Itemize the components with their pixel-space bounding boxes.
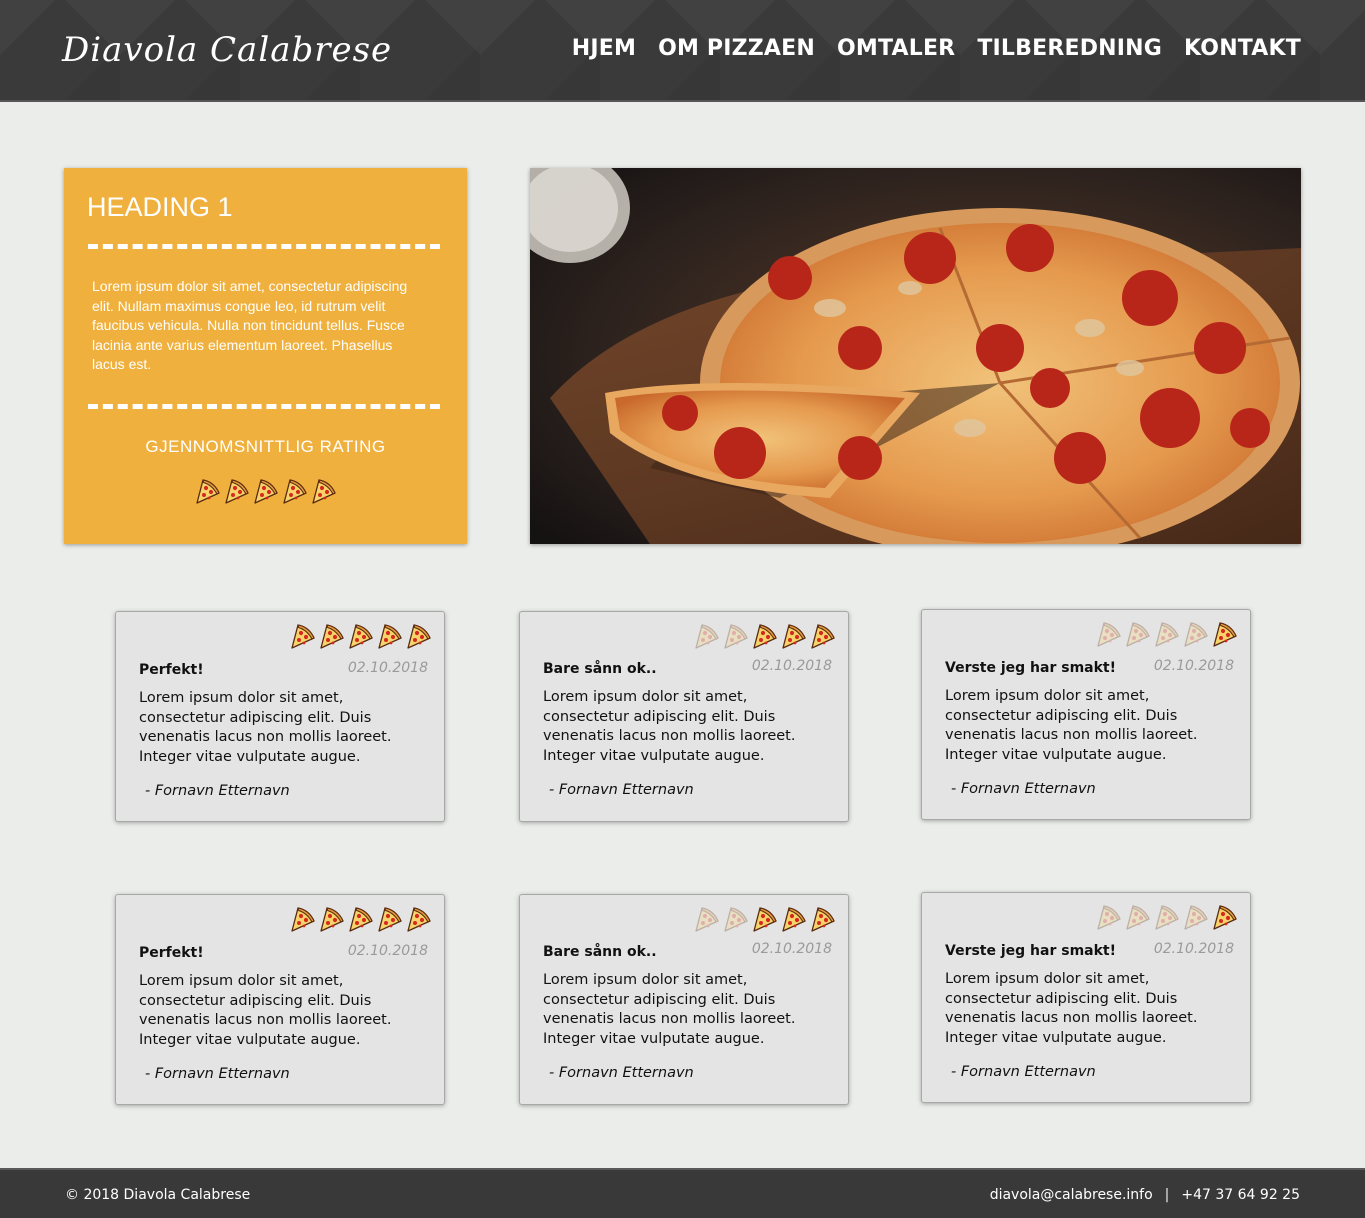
- main-nav: HJEM OM PIZZAEN OMTALER TILBEREDNING KON…: [572, 36, 1301, 61]
- review-card: Verste jeg har smakt! 02.10.2018 Lorem i…: [921, 609, 1251, 820]
- review-author: - Fornavn Etternavn: [145, 783, 290, 799]
- review-title: Verste jeg har smakt!: [945, 943, 1117, 959]
- pizza-slice-icon: [811, 907, 835, 932]
- pizza-slice-icon: [407, 624, 431, 649]
- pizza-slice-icon: [196, 479, 220, 504]
- pizza-slice-icon: [1155, 622, 1179, 647]
- pizza-slice-icon: [349, 907, 373, 932]
- pizza-slice-icon: [1155, 905, 1179, 930]
- review-body: Lorem ipsum dolor sit amet, consectetur …: [945, 688, 1198, 763]
- pizza-slice-icon: [1126, 905, 1150, 930]
- review-card: Bare sånn ok.. 02.10.2018 Lorem ipsum do…: [519, 611, 849, 822]
- review-body: Lorem ipsum dolor sit amet, consectetur …: [543, 689, 796, 764]
- review-rating: [290, 906, 432, 934]
- info-card: HEADING 1 Lorem ipsum dolor sit amet, co…: [64, 168, 467, 544]
- review-author: - Fornavn Etternavn: [951, 1064, 1096, 1080]
- footer-contact: diavola@calabrese.info | +47 37 64 92 25: [990, 1187, 1300, 1203]
- review-title: Perfekt!: [139, 945, 204, 961]
- pizza-slice-icon: [1184, 622, 1208, 647]
- pizza-slice-icon: [1097, 622, 1121, 647]
- review-body: Lorem ipsum dolor sit amet, consectetur …: [945, 971, 1198, 1046]
- review-date: 02.10.2018: [751, 658, 832, 674]
- footer-email[interactable]: diavola@calabrese.info: [990, 1187, 1153, 1203]
- pizza-slice-icon: [753, 907, 777, 932]
- review-rating: [694, 623, 836, 651]
- review-title: Bare sånn ok..: [543, 661, 657, 677]
- pizza-slice-icon: [695, 624, 719, 649]
- footer-phone[interactable]: +47 37 64 92 25: [1181, 1187, 1300, 1203]
- review-card: Perfekt! 02.10.2018 Lorem ipsum dolor si…: [115, 894, 445, 1105]
- pizza-slice-icon: [378, 907, 402, 932]
- review-title: Perfekt!: [139, 662, 204, 678]
- pizza-slice-icon: [782, 907, 806, 932]
- review-card: Perfekt! 02.10.2018 Lorem ipsum dolor si…: [115, 611, 445, 822]
- review-rating: [694, 906, 836, 934]
- nav-tilberedning[interactable]: TILBEREDNING: [977, 36, 1162, 61]
- pizza-slice-icon: [1213, 905, 1237, 930]
- review-date: 02.10.2018: [347, 660, 428, 676]
- review-author: - Fornavn Etternavn: [145, 1066, 290, 1082]
- divider: [88, 244, 440, 249]
- review-author: - Fornavn Etternavn: [549, 782, 694, 798]
- site-footer: © 2018 Diavola Calabrese diavola@calabre…: [0, 1168, 1365, 1218]
- review-author: - Fornavn Etternavn: [549, 1065, 694, 1081]
- average-rating: [195, 478, 337, 506]
- pizza-slice-icon: [283, 479, 307, 504]
- review-title: Verste jeg har smakt!: [945, 660, 1117, 676]
- review-card: Bare sånn ok.. 02.10.2018 Lorem ipsum do…: [519, 894, 849, 1105]
- pizza-slice-icon: [1184, 905, 1208, 930]
- footer-separator: |: [1164, 1187, 1170, 1203]
- review-card: Verste jeg har smakt! 02.10.2018 Lorem i…: [921, 892, 1251, 1103]
- site-logo[interactable]: Diavola Calabrese: [62, 30, 392, 70]
- pizza-slice-icon: [378, 624, 402, 649]
- pizza-slice-icon: [291, 907, 315, 932]
- review-date: 02.10.2018: [751, 941, 832, 957]
- pizza-slice-icon: [724, 624, 748, 649]
- divider: [88, 404, 440, 409]
- site-header: Diavola Calabrese HJEM OM PIZZAEN OMTALE…: [0, 0, 1365, 102]
- pizza-slice-icon: [1213, 622, 1237, 647]
- pizza-slice-icon: [1097, 905, 1121, 930]
- average-rating-label: GJENNOMSNITTLIG RATING: [145, 437, 386, 456]
- pizza-slice-icon: [1126, 622, 1150, 647]
- review-date: 02.10.2018: [1153, 941, 1234, 957]
- pizza-photo-icon: [530, 168, 1301, 544]
- info-heading: HEADING 1: [87, 192, 233, 222]
- review-date: 02.10.2018: [1153, 658, 1234, 674]
- review-title: Bare sånn ok..: [543, 944, 657, 960]
- pizza-slice-icon: [407, 907, 431, 932]
- info-text: Lorem ipsum dolor sit amet, consectetur …: [92, 278, 408, 372]
- pizza-slice-icon: [811, 624, 835, 649]
- copyright: © 2018 Diavola Calabrese: [65, 1187, 251, 1203]
- nav-om-pizzaen[interactable]: OM PIZZAEN: [658, 36, 815, 61]
- review-rating: [1096, 904, 1238, 932]
- pizza-slice-icon: [291, 624, 315, 649]
- review-date: 02.10.2018: [347, 943, 428, 959]
- review-body: Lorem ipsum dolor sit amet, consectetur …: [139, 973, 392, 1048]
- pizza-slice-icon: [254, 479, 278, 504]
- nav-hjem[interactable]: HJEM: [572, 36, 636, 61]
- review-author: - Fornavn Etternavn: [951, 781, 1096, 797]
- review-rating: [1096, 621, 1238, 649]
- pizza-photo: [530, 168, 1301, 544]
- pizza-slice-icon: [695, 907, 719, 932]
- pizza-slice-icon: [724, 907, 748, 932]
- pizza-slice-icon: [349, 624, 373, 649]
- review-body: Lorem ipsum dolor sit amet, consectetur …: [139, 690, 392, 765]
- nav-omtaler[interactable]: OMTALER: [837, 36, 955, 61]
- review-rating: [290, 623, 432, 651]
- nav-kontakt[interactable]: KONTAKT: [1184, 36, 1301, 61]
- pizza-slice-icon: [782, 624, 806, 649]
- pizza-slice-icon: [312, 479, 336, 504]
- pizza-slice-icon: [320, 907, 344, 932]
- pizza-slice-icon: [225, 479, 249, 504]
- pizza-slice-icon: [753, 624, 777, 649]
- review-body: Lorem ipsum dolor sit amet, consectetur …: [543, 972, 796, 1047]
- pizza-slice-icon: [320, 624, 344, 649]
